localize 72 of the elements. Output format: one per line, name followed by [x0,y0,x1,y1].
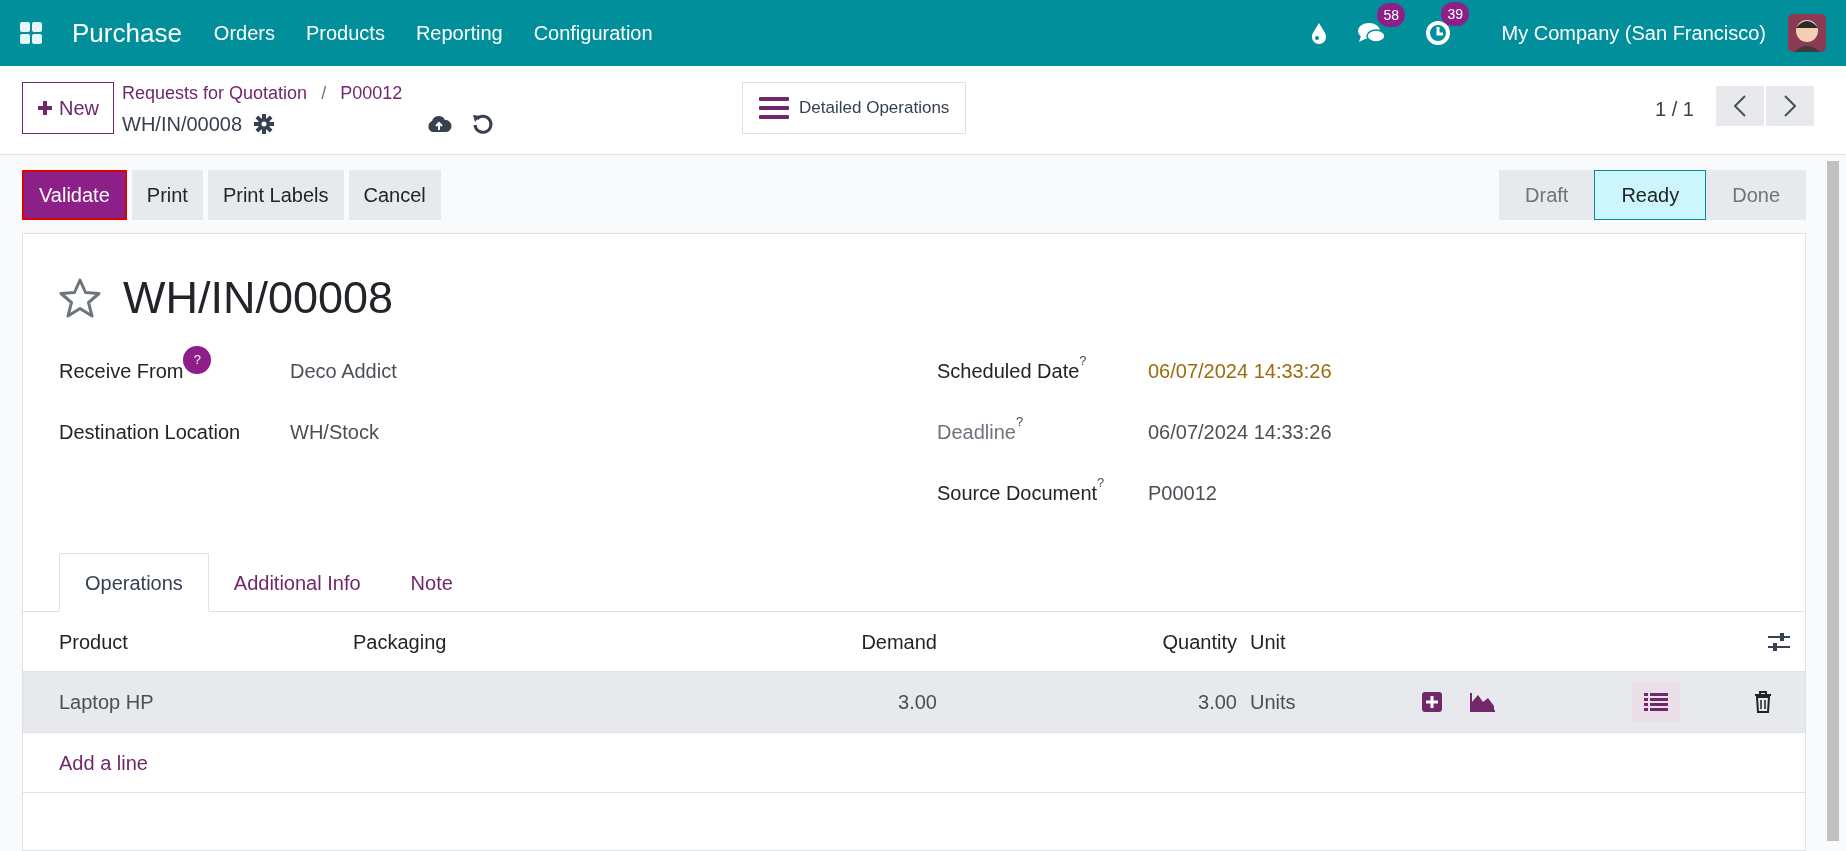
field-label: Source Document [937,481,1098,506]
column-settings-icon[interactable] [1767,630,1791,653]
notification-badge: 39 [1441,2,1470,26]
form-tab[interactable]: Note [385,553,478,612]
action-button[interactable]: Validate [22,170,127,220]
column-header[interactable]: Packaging [353,626,787,657]
field-value[interactable]: 06/07/2024 14:33:26 [1148,355,1332,386]
undo-icon[interactable] [472,113,495,135]
breadcrumb-link[interactable]: Requests for Quotation [122,80,308,107]
chat-icon[interactable] [1357,21,1388,45]
apps-menu-icon[interactable] [20,22,42,44]
field-value[interactable]: P00012 [1148,477,1217,508]
status-step[interactable]: Draft [1499,170,1595,220]
table-cell[interactable]: 3.00 [787,687,937,717]
area-chart-icon[interactable] [1470,692,1496,712]
help-mark[interactable]: ? [1015,414,1024,429]
notification-badge: 58 [1377,3,1406,27]
field-label: Receive From [59,358,184,384]
breadcrumb-link[interactable]: P00012 [340,80,403,107]
user-avatar[interactable] [1788,14,1826,52]
table-cell[interactable]: 3.00 [937,687,1237,717]
list-icon [759,96,790,120]
menu-item[interactable]: Orders [213,18,275,48]
clock-icon[interactable] [1425,20,1452,46]
app-title[interactable]: Purchase [72,13,182,53]
menu-item[interactable]: Configuration [533,18,653,48]
scrollbar[interactable] [1827,161,1839,841]
table-cell[interactable]: Units [1237,687,1422,717]
new-button[interactable]: New [22,82,114,134]
cloud-upload-icon[interactable] [426,114,453,134]
action-button[interactable]: Cancel [348,170,441,220]
chevron-right-icon [1784,95,1796,117]
star-icon[interactable] [59,278,101,318]
field-label: Scheduled Date [937,358,1080,384]
action-button[interactable]: Print [131,170,203,220]
previous-button[interactable] [1716,86,1764,126]
detailed-operations-button[interactable] [1632,682,1680,722]
column-header[interactable]: Unit [1237,626,1767,657]
status-step[interactable]: Done [1706,170,1806,220]
trash-icon[interactable] [1754,691,1772,713]
add-line-link[interactable]: Add a line [23,747,148,778]
list-icon [1644,693,1668,711]
record-title: WH/IN/00008 [123,271,394,325]
column-header[interactable]: Demand [787,626,937,657]
help-mark[interactable]: ? [1079,353,1087,368]
form-tab[interactable]: Operations [59,553,209,612]
company-switcher[interactable]: My Company (San Francisco) [1501,18,1766,48]
form-tab[interactable]: Additional Info [208,553,386,612]
next-button[interactable] [1766,86,1814,126]
field-label: Destination Location [59,419,241,445]
table-cell[interactable]: Laptop HP [23,687,353,717]
add-square-icon[interactable] [1422,692,1442,712]
pager-value: 1 / 1 [1655,97,1694,122]
drop-icon[interactable] [1311,22,1328,44]
field-label: Deadline [937,419,1016,445]
record-name: WH/IN/00008 [122,112,243,137]
field-value[interactable]: Deco Addict [290,355,397,386]
column-header[interactable]: Product [23,626,353,657]
column-header[interactable]: Quantity [937,626,1237,657]
action-button[interactable]: Print Labels [207,170,344,220]
breadcrumb-separator: / [321,82,327,105]
field-value[interactable]: WH/Stock [290,416,379,447]
menu-item[interactable]: Reporting [415,18,503,48]
settings-icon[interactable] [254,114,275,134]
help-badge[interactable]: ? [183,345,212,374]
help-mark[interactable]: ? [1097,475,1105,490]
chevron-left-icon [1734,95,1746,117]
field-value[interactable]: 06/07/2024 14:33:26 [1148,416,1332,447]
status-step[interactable]: Ready [1594,170,1707,220]
menu-item[interactable]: Products [305,18,385,48]
detailed-operations-button[interactable]: Detailed Operations [742,82,967,134]
plus-icon [37,100,53,116]
